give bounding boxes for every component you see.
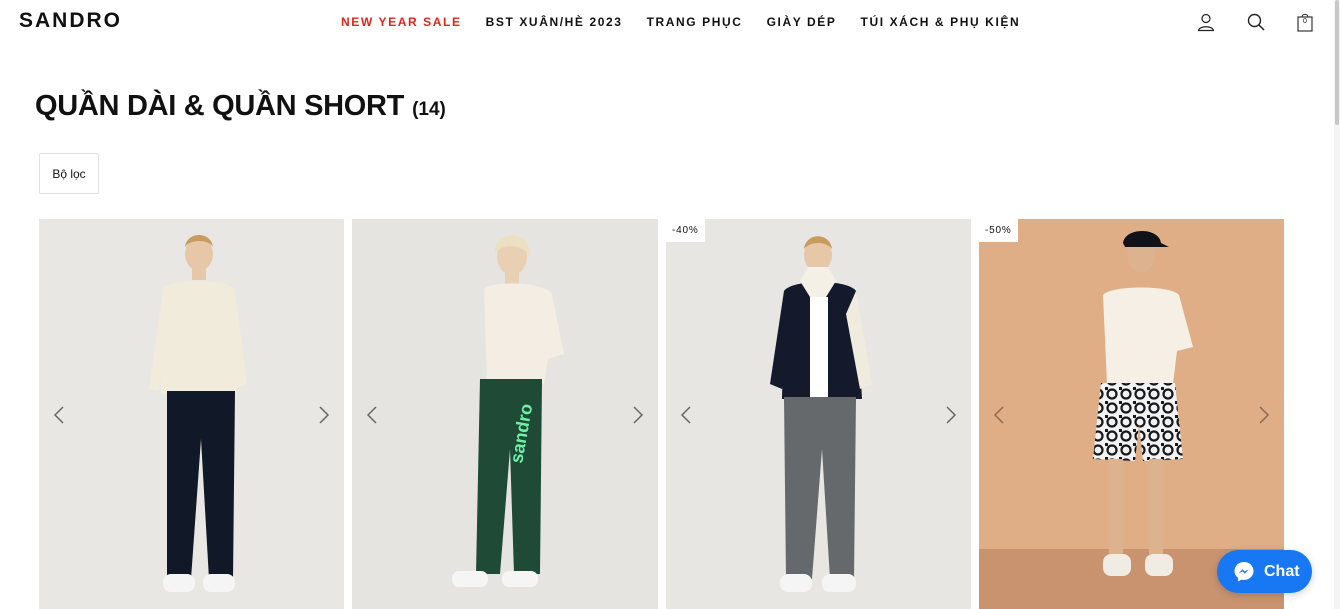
carousel-next-icon[interactable] <box>626 404 648 426</box>
bag-count: 0 <box>1303 18 1307 25</box>
discount-badge: -50% <box>979 219 1018 242</box>
scrollbar-thumb[interactable] <box>1335 0 1339 125</box>
product-card[interactable] <box>39 219 344 609</box>
main-nav: NEW YEAR SALE BST XUÂN/HÈ 2023 TRANG PHỤ… <box>341 15 1020 29</box>
discount-badge: -40% <box>666 219 705 242</box>
messenger-icon <box>1234 561 1254 581</box>
carousel-prev-icon[interactable] <box>676 404 698 426</box>
nav-item-collection[interactable]: BST XUÂN/HÈ 2023 <box>486 15 623 29</box>
product-image <box>39 219 344 609</box>
chat-button[interactable]: Chat <box>1217 550 1312 593</box>
nav-item-clothing[interactable]: TRANG PHỤC <box>647 15 743 29</box>
nav-item-new-year-sale[interactable]: NEW YEAR SALE <box>341 15 462 29</box>
site-header: SANDRO NEW YEAR SALE BST XUÂN/HÈ 2023 TR… <box>0 0 1334 44</box>
filter-button[interactable]: Bộ lọc <box>39 153 99 194</box>
product-count: (14) <box>412 99 446 120</box>
nav-item-shoes[interactable]: GIÀY DÉP <box>767 15 837 29</box>
product-card[interactable]: sandro <box>352 219 658 609</box>
product-image <box>666 219 971 609</box>
nav-item-bags-accessories[interactable]: TÚI XÁCH & PHỤ KIỆN <box>861 15 1021 29</box>
category-heading: QUẦN DÀI & QUẦN SHORT (14) <box>35 90 446 123</box>
carousel-next-icon[interactable] <box>1252 404 1274 426</box>
page-title: QUẦN DÀI & QUẦN SHORT <box>35 90 405 122</box>
brand-logo[interactable]: SANDRO <box>19 9 122 33</box>
page: SANDRO NEW YEAR SALE BST XUÂN/HÈ 2023 TR… <box>0 0 1340 609</box>
product-image: sandro <box>352 219 658 609</box>
carousel-next-icon[interactable] <box>312 404 334 426</box>
carousel-next-icon[interactable] <box>939 404 961 426</box>
page-scrollbar[interactable] <box>1334 0 1340 609</box>
carousel-prev-icon[interactable] <box>49 404 71 426</box>
chat-label: Chat <box>1264 562 1300 580</box>
carousel-prev-icon[interactable] <box>989 404 1011 426</box>
carousel-prev-icon[interactable] <box>362 404 384 426</box>
user-icon[interactable] <box>1196 12 1216 32</box>
search-icon[interactable] <box>1246 12 1266 32</box>
product-card[interactable]: -40% <box>666 219 971 609</box>
